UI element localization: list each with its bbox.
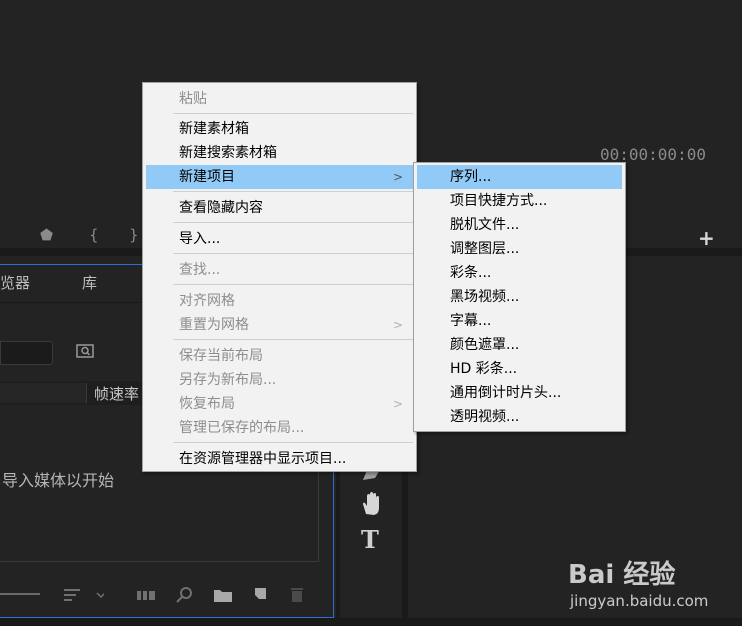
new-item-submenu: 序列... 项目快捷方式... 脱机文件... 调整图层... 彩条... 黑场… [413, 162, 626, 432]
menu-item-new-search-bin[interactable]: 新建搜索素材箱 [146, 141, 413, 165]
menu-item-label: 管理已保存的布局... [179, 420, 305, 436]
submenu-item-shortcut[interactable]: 项目快捷方式... [417, 189, 622, 213]
menu-item-label: 新建搜索素材箱 [179, 145, 277, 161]
menu-item-label: 另存为新布局... [179, 372, 277, 388]
mark-in-icon[interactable]: { [89, 226, 99, 244]
menu-item-label: 导入... [179, 231, 221, 247]
find-icon[interactable] [176, 586, 194, 604]
menu-item-save-layout[interactable]: 保存当前布局 [146, 344, 413, 368]
menu-item-new-bin[interactable]: 新建素材箱 [146, 117, 413, 141]
submenu-item-color-matte[interactable]: 颜色遮罩... [417, 333, 622, 357]
mark-out-icon[interactable]: } [129, 226, 139, 244]
submenu-item-adjustment-layer[interactable]: 调整图层... [417, 237, 622, 261]
menu-item-label: 查看隐藏内容 [179, 200, 263, 216]
menu-item-manage-layouts[interactable]: 管理已保存的布局... [146, 416, 413, 440]
hand-tool-icon[interactable] [361, 492, 383, 516]
menu-item-reset-grid[interactable]: 重置为网格 > [146, 313, 413, 337]
menu-item-label: 通用倒计时片头... [450, 385, 562, 401]
menu-item-view-hidden[interactable]: 查看隐藏内容 [146, 196, 413, 220]
menu-item-find[interactable]: 查找... [146, 258, 413, 282]
search-bin-icon[interactable] [76, 344, 94, 358]
menu-item-label: 字幕... [450, 313, 492, 329]
menu-item-label: 黑场视频... [450, 289, 520, 305]
add-button-icon[interactable]: + [698, 226, 715, 250]
submenu-item-countdown[interactable]: 通用倒计时片头... [417, 381, 622, 405]
menu-item-label: HD 彩条... [450, 361, 518, 377]
freeform-view-icon[interactable] [137, 589, 157, 601]
menu-item-align-grid[interactable]: 对齐网格 [146, 289, 413, 313]
submenu-item-sequence[interactable]: 序列... [417, 165, 622, 189]
bottom-bar [0, 618, 742, 626]
chevron-right-icon: > [392, 318, 403, 332]
zoom-slider[interactable] [0, 593, 40, 595]
menu-item-restore-layout[interactable]: 恢复布局 > [146, 392, 413, 416]
type-tool-icon[interactable]: T [361, 525, 379, 554]
marker-icon[interactable]: ⬟ [40, 226, 53, 244]
menu-item-label: 恢复布局 [179, 396, 235, 412]
menu-separator [173, 222, 413, 223]
menu-item-label: 重置为网格 [179, 317, 249, 333]
menu-item-label: 序列... [450, 169, 492, 185]
tab-media-browser[interactable]: 览器 [0, 272, 30, 293]
menu-item-label: 新建素材箱 [179, 121, 249, 137]
menu-item-label: 项目快捷方式... [450, 193, 548, 209]
menu-item-label: 对齐网格 [179, 293, 235, 309]
menu-item-import[interactable]: 导入... [146, 227, 413, 251]
menu-item-label: 调整图层... [450, 241, 520, 257]
menu-item-label: 粘贴 [179, 91, 207, 107]
menu-item-label: 查找... [179, 262, 221, 278]
menu-separator [173, 339, 413, 340]
column-header-framerate[interactable]: 帧速率 [94, 383, 139, 404]
menu-item-label: 新建项目 [179, 169, 235, 185]
submenu-item-transparent-video[interactable]: 透明视频... [417, 405, 622, 429]
empty-project-message: 导入媒体以开始 [2, 471, 115, 490]
new-item-icon[interactable] [252, 586, 268, 602]
new-bin-icon[interactable] [214, 588, 232, 602]
menu-item-label: 脱机文件... [450, 217, 520, 233]
menu-item-new-item[interactable]: 新建项目 > [146, 165, 413, 189]
menu-separator [173, 442, 413, 443]
submenu-item-black-video[interactable]: 黑场视频... [417, 285, 622, 309]
submenu-item-hd-bars[interactable]: HD 彩条... [417, 357, 622, 381]
menu-separator [173, 191, 413, 192]
menu-item-label: 保存当前布局 [179, 348, 263, 364]
watermark-url: jingyan.baidu.com [570, 592, 709, 610]
context-menu: 粘贴 新建素材箱 新建搜索素材箱 新建项目 > 查看隐藏内容 导入... 查找..… [142, 82, 417, 472]
chevron-right-icon: > [392, 397, 403, 411]
submenu-item-bars-tone[interactable]: 彩条... [417, 261, 622, 285]
submenu-item-caption[interactable]: 字幕... [417, 309, 622, 333]
search-input[interactable] [0, 341, 53, 365]
watermark-logo: Bai 经验 [568, 560, 676, 590]
menu-separator [173, 253, 413, 254]
column-header-name[interactable] [0, 383, 87, 403]
list-bottom-edge [0, 561, 319, 562]
menu-separator [173, 284, 413, 285]
menu-item-label: 彩条... [450, 265, 492, 281]
sort-icon[interactable] [64, 587, 104, 603]
menu-item-reveal-in-explorer[interactable]: 在资源管理器中显示项目... [146, 447, 413, 471]
submenu-item-offline-file[interactable]: 脱机文件... [417, 213, 622, 237]
menu-item-label: 透明视频... [450, 409, 520, 425]
tab-library[interactable]: 库 [82, 272, 97, 293]
menu-separator [173, 113, 413, 114]
chevron-right-icon: > [392, 170, 403, 184]
menu-item-label: 颜色遮罩... [450, 337, 520, 353]
trash-icon[interactable] [290, 586, 304, 602]
menu-item-save-as-layout[interactable]: 另存为新布局... [146, 368, 413, 392]
menu-item-label: 在资源管理器中显示项目... [179, 451, 347, 467]
menu-item-paste[interactable]: 粘贴 [146, 87, 413, 111]
